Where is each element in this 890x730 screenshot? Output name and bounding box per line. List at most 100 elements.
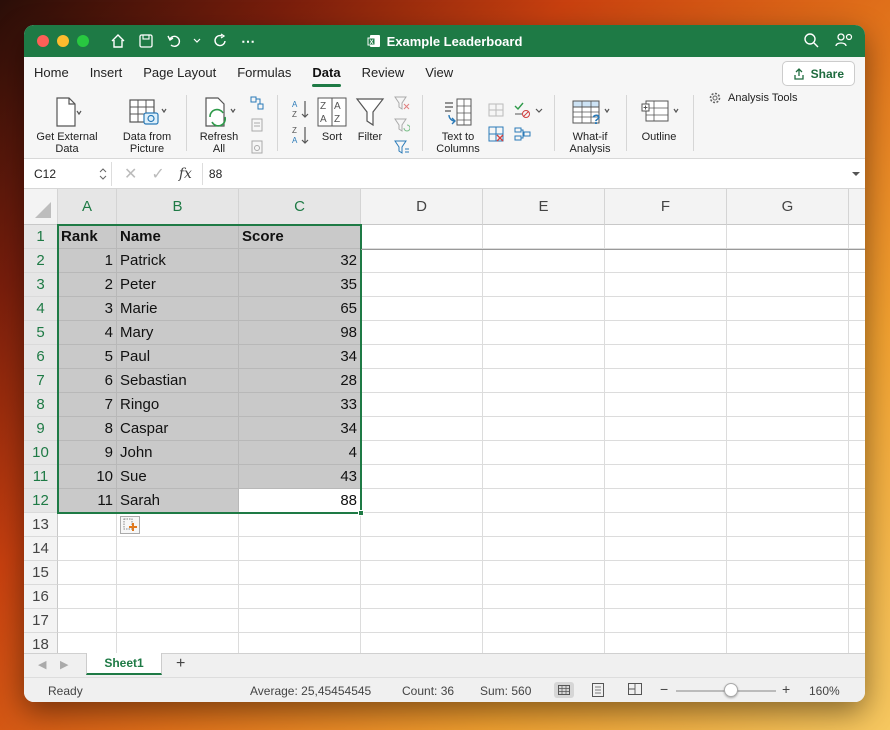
cell[interactable] (849, 465, 865, 489)
tab-view[interactable]: View (425, 60, 453, 85)
cell[interactable] (483, 585, 605, 609)
row-header-7[interactable]: 7 (24, 369, 58, 393)
cell[interactable] (58, 513, 117, 537)
page-break-view-icon[interactable] (628, 683, 642, 698)
column-header-f[interactable]: F (605, 189, 727, 225)
table-cell[interactable]: 4 (58, 321, 117, 345)
people-settings-icon[interactable] (835, 32, 853, 51)
cell[interactable] (849, 249, 865, 273)
cell[interactable] (58, 585, 117, 609)
name-box[interactable]: C12 (28, 161, 112, 186)
column-header-a[interactable]: A (58, 189, 117, 225)
table-cell[interactable]: Caspar (117, 417, 239, 441)
tab-data[interactable]: Data (312, 60, 341, 87)
cell[interactable] (605, 441, 727, 465)
cell[interactable] (727, 585, 849, 609)
cell[interactable] (239, 585, 361, 609)
cell[interactable] (483, 561, 605, 585)
cell[interactable] (727, 273, 849, 297)
cell[interactable] (605, 369, 727, 393)
cell[interactable] (483, 537, 605, 561)
cell[interactable] (483, 513, 605, 537)
cell[interactable] (361, 513, 483, 537)
cell[interactable] (605, 585, 727, 609)
properties-icon[interactable] (249, 117, 265, 133)
text-to-columns-button[interactable]: Text to Columns (428, 93, 488, 155)
zoom-out-icon[interactable]: − (660, 681, 668, 697)
cell[interactable] (727, 441, 849, 465)
home-icon[interactable] (109, 32, 127, 50)
cell[interactable] (849, 561, 865, 585)
cell[interactable] (605, 273, 727, 297)
cell[interactable] (361, 609, 483, 633)
cell[interactable] (727, 537, 849, 561)
row-header-10[interactable]: 10 (24, 441, 58, 465)
tab-formulas[interactable]: Formulas (237, 60, 291, 85)
table-cell[interactable]: 28 (239, 369, 361, 393)
row-header-6[interactable]: 6 (24, 345, 58, 369)
column-header-c[interactable]: C (239, 189, 361, 225)
cell[interactable] (605, 393, 727, 417)
cell[interactable] (849, 489, 865, 513)
cell[interactable] (849, 441, 865, 465)
table-cell[interactable]: Marie (117, 297, 239, 321)
cell[interactable] (727, 417, 849, 441)
cell[interactable] (727, 393, 849, 417)
table-cell[interactable]: John (117, 441, 239, 465)
cell[interactable] (605, 297, 727, 321)
cell[interactable] (483, 345, 605, 369)
save-icon[interactable] (137, 32, 155, 50)
table-cell[interactable]: Paul (117, 345, 239, 369)
cell[interactable] (727, 465, 849, 489)
cell[interactable] (58, 609, 117, 633)
header-cell[interactable]: Name (117, 225, 239, 249)
table-cell[interactable]: 9 (58, 441, 117, 465)
table-cell[interactable]: 5 (58, 345, 117, 369)
cell[interactable] (58, 537, 117, 561)
page-layout-view-icon[interactable] (592, 683, 604, 700)
row-header-14[interactable]: 14 (24, 537, 58, 561)
header-cell[interactable]: Score (239, 225, 361, 249)
cell[interactable] (361, 369, 483, 393)
table-cell[interactable]: 34 (239, 417, 361, 441)
cell[interactable] (849, 225, 865, 249)
cell[interactable] (361, 417, 483, 441)
column-header-e[interactable]: E (483, 189, 605, 225)
cell[interactable] (361, 489, 483, 513)
cell[interactable] (239, 561, 361, 585)
prev-sheet-icon[interactable]: ◀ (38, 658, 46, 671)
table-cell[interactable]: 2 (58, 273, 117, 297)
cell[interactable] (605, 249, 727, 273)
cell[interactable] (605, 345, 727, 369)
tab-insert[interactable]: Insert (90, 60, 123, 85)
cell[interactable] (239, 513, 361, 537)
table-cell[interactable]: 8 (58, 417, 117, 441)
cell[interactable] (605, 633, 727, 653)
cell[interactable] (361, 321, 483, 345)
validation-dropdown-icon[interactable] (534, 105, 544, 115)
row-header-9[interactable]: 9 (24, 417, 58, 441)
cell[interactable] (605, 513, 727, 537)
cell[interactable] (849, 537, 865, 561)
table-cell[interactable]: 4 (239, 441, 361, 465)
cell[interactable] (483, 393, 605, 417)
get-external-data-button[interactable]: Get External Data (32, 93, 102, 155)
table-cell[interactable]: 98 (239, 321, 361, 345)
cell[interactable] (727, 369, 849, 393)
zoom-button[interactable] (77, 35, 89, 47)
cell[interactable] (727, 633, 849, 653)
cell[interactable] (727, 249, 849, 273)
table-cell[interactable]: Sebastian (117, 369, 239, 393)
cell[interactable] (849, 369, 865, 393)
cell[interactable] (849, 393, 865, 417)
header-cell[interactable]: Rank (58, 225, 117, 249)
normal-view-icon[interactable] (554, 682, 574, 698)
share-button[interactable]: Share (781, 61, 855, 86)
active-cell[interactable]: 88 (239, 489, 361, 513)
row-header-11[interactable]: 11 (24, 465, 58, 489)
minimize-button[interactable] (57, 35, 69, 47)
cell[interactable] (483, 633, 605, 653)
column-header-d[interactable]: D (361, 189, 483, 225)
zoom-in-icon[interactable]: + (782, 681, 790, 697)
cell[interactable] (849, 297, 865, 321)
